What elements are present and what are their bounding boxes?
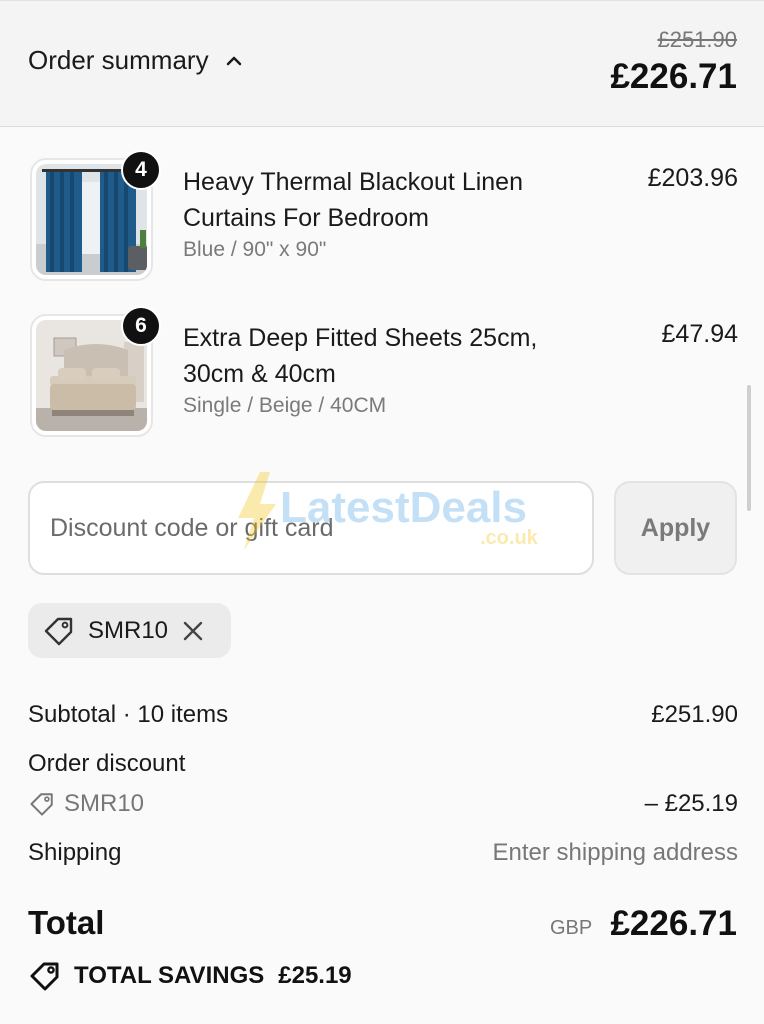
order-summary-toggle[interactable]: Order summary <box>28 45 243 76</box>
subtotal-row: Subtotal · 10 items £251.90 <box>28 701 738 729</box>
order-discount-row: Order discount <box>28 750 738 778</box>
discount-code-placeholder: Discount code or gift card <box>50 513 334 542</box>
product-thumbnail: 4 <box>30 150 161 281</box>
line-item: 6 Extra Deep Fitted Sheets 25cm, 30cm & … <box>28 306 738 444</box>
product-variant: Blue / 90" x 90" <box>183 238 327 261</box>
total-label: Total <box>28 904 105 941</box>
savings-tag-icon <box>30 962 59 991</box>
quantity-badge: 4 <box>121 150 161 190</box>
original-total: £251.90 <box>657 27 737 52</box>
savings-value: £25.19 <box>278 962 352 989</box>
total-amount: £226.71 <box>610 904 737 943</box>
currency-code: GBP <box>550 917 593 939</box>
applied-code-text: SMR10 <box>88 616 169 644</box>
line-item: 4 Heavy Thermal Blackout Linen Curtains … <box>28 150 738 288</box>
remove-code-icon[interactable] <box>182 620 204 642</box>
subtotal-label: Subtotal · 10 items <box>28 701 229 728</box>
tag-icon <box>44 617 73 645</box>
discount-code-row: SMR10 – £25.19 <box>28 790 738 824</box>
quantity-badge: 6 <box>121 306 161 346</box>
tag-icon <box>30 793 53 816</box>
order-discount-label: Order discount <box>28 750 186 777</box>
discounted-total: £226.71 <box>610 57 737 96</box>
product-thumbnail: 6 <box>30 306 161 437</box>
shipping-row: Shipping Enter shipping address <box>28 839 738 867</box>
applied-discount-chip: SMR10 <box>28 603 231 658</box>
subtotal-value: £251.90 <box>651 701 738 728</box>
product-price: £47.94 <box>661 320 738 348</box>
order-summary-label: Order summary <box>28 45 209 75</box>
discount-value: – £25.19 <box>644 790 738 817</box>
order-summary-header: Order summary £251.90 £226.71 <box>0 0 764 127</box>
shipping-label: Shipping <box>28 839 122 866</box>
savings-label: TOTAL SAVINGS <box>74 962 265 989</box>
discount-code-input[interactable]: Discount code or gift card <box>28 481 594 575</box>
scrollbar[interactable] <box>747 385 751 511</box>
product-title: Extra Deep Fitted Sheets 25cm, 30cm & 40… <box>183 324 538 388</box>
product-price: £203.96 <box>647 164 738 192</box>
total-savings: TOTAL SAVINGS £25.19 <box>28 960 352 992</box>
product-variant: Single / Beige / 40CM <box>183 394 387 417</box>
shipping-value: Enter shipping address <box>492 839 738 866</box>
chevron-up-icon <box>226 56 241 65</box>
product-title: Heavy Thermal Blackout Linen Curtains Fo… <box>183 168 523 232</box>
apply-button[interactable]: Apply <box>614 481 737 575</box>
discount-code-label: SMR10 <box>64 790 145 817</box>
